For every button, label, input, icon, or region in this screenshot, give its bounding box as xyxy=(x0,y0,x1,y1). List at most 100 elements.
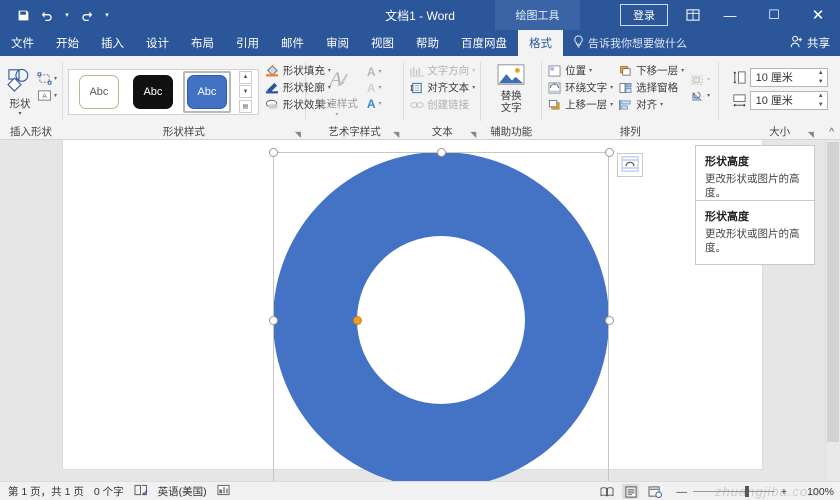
shape-width-stepper[interactable]: ▲ ▼ xyxy=(818,93,824,108)
align-text-button[interactable]: 对齐文本 ▾ xyxy=(409,80,475,95)
zoom-out-button[interactable]: — xyxy=(670,486,693,498)
edit-shape-button[interactable]: ▾ xyxy=(37,71,57,85)
bring-forward-button[interactable]: 上移一层 ▾ xyxy=(547,97,613,112)
language-indicator[interactable]: 英语(美国) xyxy=(158,484,207,499)
wordart-quick-styles-button[interactable]: A 快速样式 ▾ xyxy=(311,66,363,118)
vertical-scrollbar-thumb[interactable] xyxy=(827,142,839,442)
accessibility-checker-icon[interactable] xyxy=(217,484,230,499)
read-mode-button[interactable] xyxy=(598,484,615,499)
chevron-down-icon[interactable]: ▾ xyxy=(707,76,710,83)
shapes-button[interactable]: 形状 ▾ xyxy=(5,66,35,117)
tab-format[interactable]: 格式 xyxy=(518,30,563,56)
shape-styles-dialog-launcher[interactable]: ◥ xyxy=(295,130,301,139)
collapse-ribbon-button[interactable]: ^ xyxy=(829,127,834,138)
shape-style-option-3-selected[interactable]: Abc xyxy=(182,70,231,113)
maximize-button[interactable]: ☐ xyxy=(752,0,796,30)
selection-handle-middle-right[interactable] xyxy=(604,315,614,325)
page-info[interactable]: 第 1 页，共 1 页 xyxy=(8,484,84,499)
save-icon[interactable] xyxy=(12,4,34,26)
tab-file[interactable]: 文件 xyxy=(0,30,45,56)
text-outline-button[interactable]: A ▾ xyxy=(367,81,382,95)
share-button[interactable]: 共享 xyxy=(790,30,830,56)
zoom-level[interactable]: 100% xyxy=(798,486,834,498)
chevron-down-icon[interactable]: ▾ xyxy=(18,111,21,117)
text-effects-button[interactable]: A ▾ xyxy=(367,97,382,111)
wrap-text-button[interactable]: 环绕文字 ▾ xyxy=(547,80,613,95)
selection-handle-top-center[interactable] xyxy=(436,147,446,157)
stepper-down-icon[interactable]: ▼ xyxy=(818,102,824,108)
wordart-dialog-launcher[interactable]: ◥ xyxy=(393,130,399,139)
tab-insert[interactable]: 插入 xyxy=(90,30,135,56)
chevron-down-icon[interactable]: ▾ xyxy=(335,111,338,118)
shape-style-option-1[interactable]: Abc xyxy=(75,71,123,113)
chevron-down-icon[interactable]: ▾ xyxy=(707,92,710,99)
zoom-track[interactable] xyxy=(692,486,775,497)
tab-mailings[interactable]: 邮件 xyxy=(270,30,315,56)
text-dialog-launcher[interactable]: ◥ xyxy=(470,130,476,139)
ribbon-display-options-icon[interactable] xyxy=(678,0,708,30)
chevron-down-icon[interactable]: ▾ xyxy=(660,101,663,108)
sign-in-button[interactable]: 登录 xyxy=(620,4,668,26)
zoom-slider[interactable]: — + xyxy=(670,486,791,498)
layout-options-button[interactable] xyxy=(617,153,643,177)
web-layout-button[interactable] xyxy=(646,484,663,499)
shape-height-input[interactable]: 10 厘米 ▲ ▼ xyxy=(749,67,828,87)
text-box-button[interactable]: A ▾ xyxy=(37,88,57,102)
zoom-in-button[interactable]: + xyxy=(775,486,791,498)
chevron-down-icon[interactable]: ▾ xyxy=(54,75,57,82)
proofing-errors-icon[interactable] xyxy=(134,484,148,499)
group-objects-button[interactable]: ▾ xyxy=(689,73,710,87)
chevron-down-icon[interactable]: ▾ xyxy=(54,92,57,99)
tab-layout[interactable]: 布局 xyxy=(180,30,225,56)
stepper-down-icon[interactable]: ▼ xyxy=(818,79,824,85)
tab-baidu-netdisk[interactable]: 百度网盘 xyxy=(450,30,518,56)
selection-pane-button[interactable]: 选择窗格 xyxy=(618,80,684,95)
size-dialog-launcher[interactable]: ◥ xyxy=(808,130,814,139)
chevron-down-icon[interactable]: ▾ xyxy=(379,84,382,91)
tab-review[interactable]: 审阅 xyxy=(315,30,360,56)
vertical-scrollbar[interactable] xyxy=(825,140,840,481)
shape-style-option-2[interactable]: Abc xyxy=(129,71,177,113)
close-button[interactable]: ✕ xyxy=(796,0,840,30)
orange-adjustment-handle[interactable] xyxy=(352,315,362,325)
word-count[interactable]: 0 个字 xyxy=(94,484,124,499)
chevron-down-icon[interactable]: ▾ xyxy=(610,84,613,91)
alt-text-button[interactable]: 替换 文字 xyxy=(486,63,536,120)
shape-height-stepper[interactable]: ▲ ▼ xyxy=(818,70,824,85)
tell-me-box[interactable]: 告诉我你想要做什么 xyxy=(563,30,697,56)
align-objects-button[interactable]: 对齐 ▾ xyxy=(618,97,684,112)
undo-dropdown-icon[interactable]: ▾ xyxy=(60,4,74,26)
create-link-button[interactable]: 创建链接 xyxy=(409,97,475,112)
shape-styles-gallery[interactable]: Abc Abc Abc ▲ ▼ ▤ xyxy=(67,68,259,115)
tab-references[interactable]: 引用 xyxy=(225,30,270,56)
chevron-down-icon[interactable]: ▾ xyxy=(610,101,613,108)
tab-view[interactable]: 视图 xyxy=(360,30,405,56)
customize-qat-icon[interactable]: ▾ xyxy=(100,4,114,26)
print-layout-button[interactable] xyxy=(622,484,640,499)
stepper-up-icon[interactable]: ▲ xyxy=(818,93,824,99)
selection-handle-middle-left[interactable] xyxy=(268,315,278,325)
tab-help[interactable]: 帮助 xyxy=(405,30,450,56)
chevron-down-icon[interactable]: ▾ xyxy=(379,100,382,107)
chevron-down-icon[interactable]: ▾ xyxy=(379,68,382,75)
selection-handle-top-right[interactable] xyxy=(604,147,614,157)
chevron-down-icon[interactable]: ▾ xyxy=(681,67,684,74)
tab-design[interactable]: 设计 xyxy=(135,30,180,56)
shape-width-input[interactable]: 10 厘米 ▲ ▼ xyxy=(749,90,828,110)
gallery-scroll-down-icon[interactable]: ▼ xyxy=(238,85,252,98)
gallery-more-icon[interactable]: ▤ xyxy=(238,99,252,113)
minimize-button[interactable]: — xyxy=(708,0,752,30)
text-direction-button[interactable]: 文字方向 ▾ xyxy=(409,63,475,78)
send-backward-button[interactable]: 下移一层 ▾ xyxy=(618,63,684,78)
chevron-down-icon[interactable]: ▾ xyxy=(472,67,475,74)
tab-home[interactable]: 开始 xyxy=(45,30,90,56)
selection-handle-top-left[interactable] xyxy=(268,147,278,157)
chevron-down-icon[interactable]: ▾ xyxy=(589,67,592,74)
redo-icon[interactable] xyxy=(76,4,98,26)
stepper-up-icon[interactable]: ▲ xyxy=(818,70,824,76)
undo-icon[interactable] xyxy=(36,4,58,26)
position-button[interactable]: 位置 ▾ xyxy=(547,63,613,78)
rotate-objects-button[interactable]: ▾ xyxy=(689,89,710,103)
text-fill-button[interactable]: A ▾ xyxy=(367,65,382,79)
chevron-down-icon[interactable]: ▾ xyxy=(472,84,475,91)
